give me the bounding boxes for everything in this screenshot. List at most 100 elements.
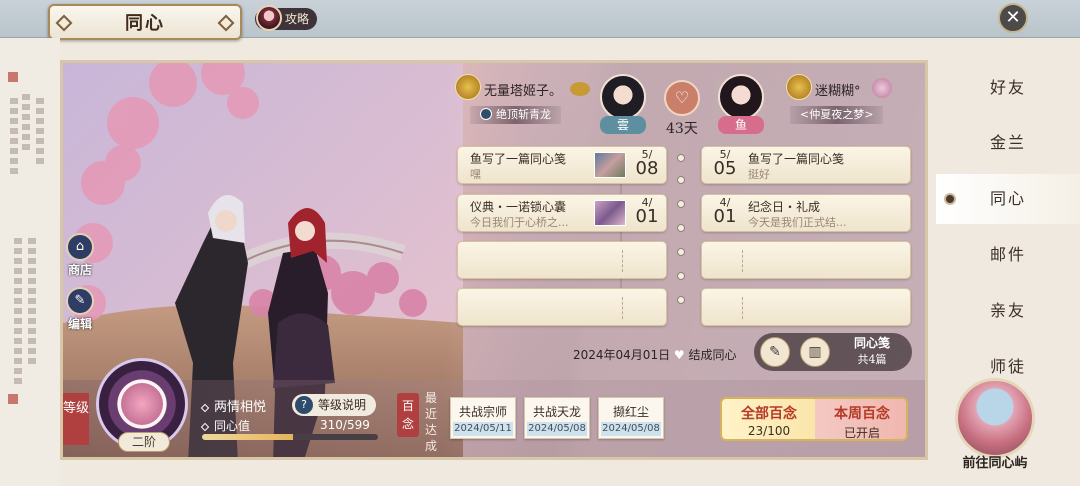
achievement-card[interactable]: 共战天龙 2024/05/08 (524, 397, 590, 439)
card-divider (742, 297, 743, 319)
shop-icon: ⌂ (66, 233, 94, 261)
tab-label: 亲友 (989, 301, 1026, 320)
recent-achieved-label: 最近达成 (425, 391, 438, 453)
question-icon: ? (295, 396, 313, 414)
tab-label: 金兰 (989, 133, 1026, 152)
letter-card[interactable]: 5/05 鱼写了一篇同心笺 挺好 (701, 146, 911, 184)
letter-card[interactable]: 仪典・一诺锁心囊 今日我们于心桥之... 4/01 (457, 194, 667, 232)
level-label: 等级 (63, 393, 89, 445)
tab-sworn-siblings[interactable]: 金兰 (936, 118, 1080, 168)
peach-emblem-icon (121, 383, 163, 425)
tongxin-island-button[interactable] (955, 378, 1035, 458)
lock-heart-icon[interactable]: ♡ (664, 80, 700, 116)
all-bainian-button[interactable]: 全部百念 23/100 (722, 399, 816, 439)
diamond-icon (200, 422, 210, 431)
letter-title: 纪念日・礼成 (748, 200, 821, 214)
left-portrait[interactable] (600, 74, 646, 120)
card-divider (742, 250, 743, 272)
page-title: 同心 (125, 13, 165, 34)
weekly-bainian-title: 本周百念 (834, 406, 890, 422)
card-divider (622, 250, 623, 272)
pen-icon: ✎ (769, 344, 781, 360)
letter-card-empty[interactable] (701, 288, 911, 326)
shop-button[interactable]: ⌂ 商店 (64, 233, 96, 278)
tab-tongxin[interactable]: 同心 (936, 174, 1080, 224)
calligraphy-decoration (22, 94, 30, 154)
right-portrait[interactable] (718, 74, 764, 120)
letter-title: 鱼写了一篇同心笺 (748, 152, 845, 166)
achievement-name: 共战天龙 (532, 405, 581, 419)
all-bainian-title: 全部百念 (741, 406, 797, 422)
right-tag: 鱼 (718, 116, 764, 134)
tongxin-island-label: 前往同心屿 (962, 456, 1028, 471)
seal-icon (8, 72, 18, 82)
left-player-title: 绝顶斩青龙 (470, 106, 561, 124)
edit-button[interactable]: ✎ 编辑 (64, 287, 96, 332)
gold-ingot-icon (570, 82, 590, 96)
calligraphy-decoration (28, 238, 36, 368)
letter-title: 鱼写了一篇同心笺 (470, 152, 567, 166)
tab-friends[interactable]: 好友 (936, 63, 1080, 113)
achievement-date: 2024/05/08 (601, 422, 661, 436)
timeline-dot (677, 176, 685, 184)
bond-suffix: 结成同心 (688, 348, 737, 362)
bond-date-text: 2024年04月01日 (573, 348, 671, 362)
guide-label: 攻略 (285, 12, 310, 26)
timeline-dot (677, 200, 685, 208)
achievement-card[interactable]: 撷红尘 2024/05/08 (598, 397, 664, 439)
heart-icon: ♥ (673, 348, 685, 362)
close-button[interactable]: ✕ (998, 3, 1028, 33)
letter-book-button[interactable]: ▥ (800, 337, 830, 367)
achievement-date: 2024/05/08 (527, 422, 587, 436)
level-name-row: 两情相悦 (200, 396, 266, 415)
achievement-name: 共战宗师 (458, 405, 507, 419)
level-progress-fill (202, 434, 294, 440)
level-help-label: 等级说明 (318, 398, 367, 412)
active-dot-icon (944, 193, 956, 205)
letter-date: 5/08 (630, 149, 664, 178)
achievement-name: 撷红尘 (612, 405, 649, 419)
tab-relatives[interactable]: 亲友 (936, 286, 1080, 336)
guild-emblem-icon (455, 74, 481, 100)
level-progress-bar (202, 434, 378, 440)
letter-card[interactable]: 鱼写了一篇同心笺 嘿 5/08 (457, 146, 667, 184)
timeline-dot (677, 296, 685, 304)
letter-card-empty[interactable] (701, 241, 911, 279)
bainian-label: 百念 (397, 393, 419, 437)
left-tag: 雲 (600, 116, 646, 134)
ornament-icon (217, 14, 235, 32)
letter-card-empty[interactable] (457, 241, 667, 279)
edit-label: 编辑 (67, 317, 92, 331)
timeline-dot (677, 248, 685, 256)
calligraphy-decoration (36, 98, 44, 168)
write-letter-button[interactable]: ✎ (760, 337, 790, 367)
all-bainian-value: 23/100 (747, 424, 791, 438)
bainian-summary: 全部百念 23/100 本周百念 已开启 (720, 397, 908, 441)
letter-card[interactable]: 4/01 纪念日・礼成 今天是我们正式结... (701, 194, 911, 232)
level-value-label: 同心值 (214, 419, 251, 433)
guide-button[interactable]: 攻略 (255, 5, 318, 31)
timeline-dot (677, 224, 685, 232)
letter-date: 4/01 (708, 197, 742, 226)
tab-mail[interactable]: 邮件 (936, 230, 1080, 280)
ornament-icon (55, 14, 73, 32)
letter-card-empty[interactable] (457, 288, 667, 326)
achievement-date: 2024/05/11 (453, 422, 513, 436)
book-icon: ▥ (808, 344, 822, 360)
letter-snippet: 嘿 (470, 168, 481, 181)
bond-date: 2024年04月01日 ♥ 结成同心 (573, 346, 737, 363)
card-divider (622, 297, 623, 319)
letter-day: 05 (713, 158, 737, 179)
calligraphy-decoration (10, 98, 18, 178)
level-help-button[interactable]: ? 等级说明 (292, 394, 376, 416)
letter-photo-thumbnail (594, 200, 626, 226)
tab-label: 同心 (989, 189, 1026, 208)
letter-day: 08 (635, 158, 659, 179)
achievement-card[interactable]: 共战宗师 2024/05/11 (450, 397, 516, 439)
weekly-bainian-button[interactable]: 本周百念 已开启 (815, 399, 906, 439)
level-value-row: 同心值 (200, 417, 251, 434)
guide-avatar-icon (256, 5, 282, 31)
right-player-title: <仲夏夜之梦> (790, 106, 884, 124)
close-icon: ✕ (1005, 7, 1021, 28)
left-player-name: 无量塔姬子。 (484, 84, 563, 99)
